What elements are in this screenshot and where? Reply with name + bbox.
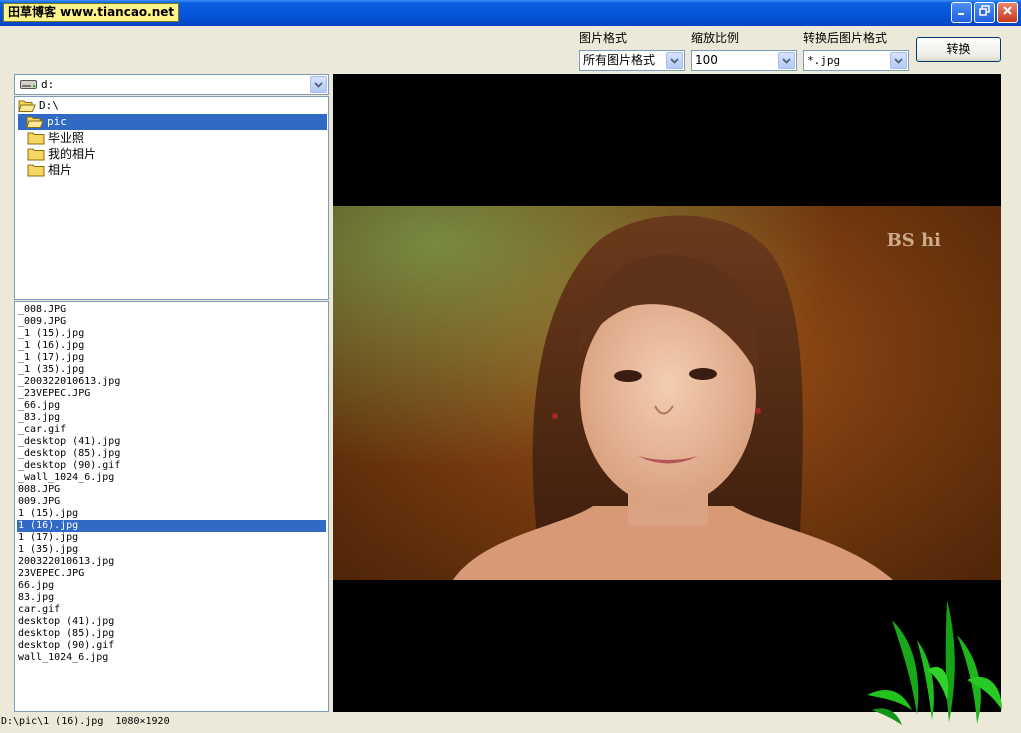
tree-item-graduation[interactable]: 毕业照	[27, 130, 84, 146]
target-format-select[interactable]: *.jpg	[803, 50, 909, 71]
close-icon	[1003, 6, 1012, 15]
file-item[interactable]: desktop (90).gif	[17, 640, 326, 652]
target-format-group: 转换后图片格式 *.jpg	[803, 31, 909, 71]
photo-watermark: BS hi	[886, 230, 941, 251]
file-item[interactable]: _66.jpg	[17, 400, 326, 412]
file-item[interactable]: _1 (35).jpg	[17, 364, 326, 376]
file-item[interactable]: _car.gif	[17, 424, 326, 436]
drive-select-value: d:	[41, 78, 55, 91]
file-item[interactable]: 009.JPG	[17, 496, 326, 508]
drive-select[interactable]: d:	[14, 74, 329, 95]
preview-photo: BS hi	[333, 206, 1001, 580]
tree-item-my-photos[interactable]: 我的相片	[27, 146, 96, 162]
format-label: 图片格式	[579, 31, 628, 45]
scale-label: 缩放比例	[691, 31, 740, 45]
target-format-label: 转换后图片格式	[803, 31, 888, 45]
directory-tree[interactable]: D:\ pic 毕业照 我的相片 相片	[14, 96, 329, 300]
file-item[interactable]: _desktop (85).jpg	[17, 448, 326, 460]
minimize-button[interactable]	[951, 2, 972, 23]
file-item[interactable]: _desktop (41).jpg	[17, 436, 326, 448]
file-item[interactable]: _23VEPEC.JPG	[17, 388, 326, 400]
file-item[interactable]: car.gif	[17, 604, 326, 616]
file-item[interactable]: 200322010613.jpg	[17, 556, 326, 568]
folder-icon	[27, 164, 45, 177]
status-bar: D:\pic\1 (16).jpg 1080×1920	[0, 714, 1021, 733]
file-item[interactable]: 1 (35).jpg	[17, 544, 326, 556]
file-item[interactable]: 008.JPG	[17, 484, 326, 496]
tree-item-label: 毕业照	[48, 131, 85, 145]
convert-button[interactable]: 转换	[916, 37, 1001, 62]
format-select-value: 所有图片格式	[583, 53, 656, 67]
file-item[interactable]: _009.JPG	[17, 316, 326, 328]
file-list[interactable]: _008.JPG _009.JPG _1 (15).jpg _1 (16).jp…	[14, 301, 329, 712]
chevron-down-icon	[894, 57, 903, 64]
file-item[interactable]: wall_1024_6.jpg	[17, 652, 326, 664]
file-item[interactable]: 66.jpg	[17, 580, 326, 592]
status-path: D:\pic\1 (16).jpg	[1, 716, 104, 727]
folder-icon	[27, 132, 45, 145]
status-dimensions: 1080×1920	[115, 716, 170, 727]
file-item[interactable]: _desktop (90).gif	[17, 460, 326, 472]
tree-item-label: 我的相片	[48, 147, 97, 161]
file-item[interactable]: _1 (15).jpg	[17, 328, 326, 340]
chevron-down-icon	[670, 57, 679, 64]
target-format-dropdown-button[interactable]	[890, 52, 907, 69]
file-item[interactable]: _1 (16).jpg	[17, 340, 326, 352]
tree-item-photos[interactable]: 相片	[27, 162, 72, 178]
open-folder-icon	[18, 100, 36, 112]
format-select[interactable]: 所有图片格式	[579, 50, 685, 71]
file-item[interactable]: _008.JPG	[17, 304, 326, 316]
target-format-select-value: *.jpg	[807, 54, 841, 67]
file-item[interactable]: 83.jpg	[17, 592, 326, 604]
drive-dropdown-button[interactable]	[310, 76, 327, 93]
chevron-down-icon	[782, 57, 791, 64]
file-item-selected[interactable]: 1 (16).jpg	[17, 520, 326, 532]
close-button[interactable]	[997, 2, 1018, 23]
format-dropdown-button[interactable]	[666, 52, 683, 69]
file-item[interactable]: desktop (85).jpg	[17, 628, 326, 640]
scale-select-value: 100	[695, 53, 718, 67]
format-group: 图片格式 所有图片格式	[579, 31, 685, 71]
window-controls	[951, 2, 1018, 23]
drive-icon	[20, 80, 37, 89]
file-item[interactable]: desktop (41).jpg	[17, 616, 326, 628]
file-item[interactable]: 1 (17).jpg	[17, 532, 326, 544]
minimize-icon	[957, 13, 964, 15]
file-item[interactable]: _1 (17).jpg	[17, 352, 326, 364]
file-item[interactable]: _83.jpg	[17, 412, 326, 424]
folder-icon	[27, 148, 45, 161]
maximize-button[interactable]	[974, 2, 995, 23]
portrait-illustration	[333, 206, 1001, 580]
file-item[interactable]: _200322010613.jpg	[17, 376, 326, 388]
title-bar: 田草博客 www.tiancao.net	[0, 0, 1021, 26]
file-item[interactable]: 1 (15).jpg	[17, 508, 326, 520]
file-item[interactable]: _wall_1024_6.jpg	[17, 472, 326, 484]
tree-item-drive-root[interactable]: D:\	[18, 98, 59, 114]
watermark-label: 田草博客 www.tiancao.net	[3, 3, 180, 22]
scale-group: 缩放比例 100	[691, 31, 797, 71]
open-folder-icon	[26, 116, 44, 128]
file-item[interactable]: 23VEPEC.JPG	[17, 568, 326, 580]
tree-item-label: 相片	[48, 163, 73, 177]
tree-item-label: D:\	[39, 99, 59, 112]
scale-select[interactable]: 100	[691, 50, 797, 71]
restore-icon	[979, 5, 990, 16]
tree-item-pic[interactable]: pic	[18, 114, 327, 130]
grass-logo-icon	[867, 600, 1002, 725]
chevron-down-icon	[314, 81, 323, 88]
scale-dropdown-button[interactable]	[778, 52, 795, 69]
tree-item-label: pic	[47, 115, 67, 128]
